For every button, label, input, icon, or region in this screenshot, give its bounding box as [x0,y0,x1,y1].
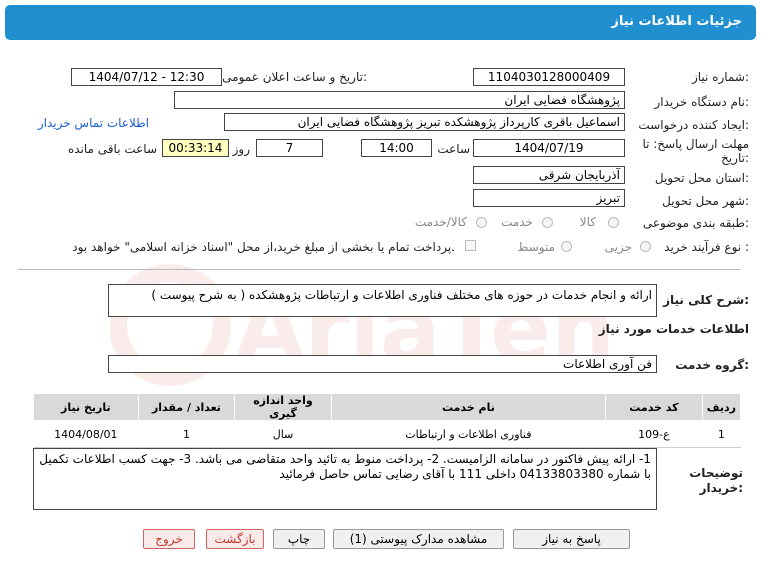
city-field: تبریز [473,189,625,207]
days-remaining-field: 7 [256,139,323,157]
category-label: طبقه بندی موضوعی: [642,216,749,230]
deadline-date-field: 1404/07/19 [473,139,625,157]
table-row: 1 ع-109 فناوری اطلاعات و ارتباطات سال 1 … [33,420,741,448]
category-radio-goods[interactable] [608,217,619,228]
back-button[interactable]: بازگشت [206,529,264,549]
category-option-service: خدمت [501,215,533,229]
col-qty: تعداد / مقدار [137,393,236,421]
cell-date: 1404/08/01 [33,420,139,448]
service-group-field: فن آوری اطلاعات [108,355,657,373]
province-field: آذربایجان شرقی [473,166,625,184]
treasury-checkbox[interactable] [465,240,476,251]
cell-qty: 1 [138,420,235,448]
notes-field: 1- ارائه پیش فاکتور در سامانه الزامیست. … [33,448,657,510]
exit-button[interactable]: خروج [143,529,195,549]
cell-row: 1 [702,420,741,448]
col-unit: واحد اندازه گیری [234,393,332,421]
section-divider [18,269,740,270]
process-radio-medium[interactable] [561,241,572,252]
buyer-org-label: نام دستگاه خریدار: [654,95,750,109]
category-radio-goods-service[interactable] [476,217,487,228]
col-row: ردیف [701,393,742,421]
process-option-minor: جزیی [604,240,632,254]
table-header-row: ردیف کد خدمت نام خدمت واحد اندازه گیری ت… [33,393,742,421]
deadline-label-2: تاریخ: [721,151,749,165]
col-code: کد خدمت [605,393,703,421]
notes-label: توضیحات [689,466,743,480]
services-table: ردیف کد خدمت نام خدمت واحد اندازه گیری ت… [33,393,742,448]
announce-label: تاریخ و ساعت اعلان عمومی: [222,70,367,84]
view-attachments-button[interactable]: مشاهده مدارک پیوستی (1) [333,529,504,549]
creator-field: اسماعیل باقری کارپرداز پژوهشکده تبریز پژ… [224,113,625,131]
services-section-title: اطلاعات خدمات مورد نیاز [598,322,749,336]
print-button[interactable]: چاپ [273,529,325,549]
announce-datetime-field: 1404/07/12 - 12:30 [71,68,222,86]
cell-name: فناوری اطلاعات و ارتباطات [331,420,606,448]
category-option-goods-service: کالا/خدمت [414,215,467,229]
page-title: جزئیات اطلاعات نیاز [611,14,742,29]
description-field: ارائه و انجام خدمات در حوزه های مختلف فن… [108,284,657,317]
process-radio-minor[interactable] [640,241,651,252]
creator-label: ایجاد کننده درخواست: [638,118,749,132]
category-option-goods: کالا [579,215,596,229]
notes-label-2: خریدار: [699,481,743,495]
deadline-time-field: 14:00 [361,139,432,157]
reply-button[interactable]: پاسخ به نیاز [513,529,630,549]
province-label: استان محل تحویل: [654,171,749,185]
service-group-label: گروه خدمت: [675,358,749,372]
page-header: جزئیات اطلاعات نیاز [5,5,756,40]
category-radio-service[interactable] [542,217,553,228]
time-remaining-field: 00:33:14 [162,139,229,157]
process-label: نوع فرآیند خرید : [664,240,749,254]
time-remaining-label: ساعت باقی مانده [67,142,157,156]
need-number-label: شماره نیاز: [691,70,749,84]
city-label: شهر محل تحویل: [662,194,749,208]
buyer-contact-link[interactable]: اطلاعات تماس خریدار [38,116,149,130]
col-name: نام خدمت [330,393,607,421]
deadline-label: مهلت ارسال پاسخ: تا [642,137,749,151]
buyer-org-field: پژوهشگاه فضایی ایران [174,91,625,109]
deadline-time-label: ساعت [437,142,470,156]
cell-unit: سال [234,420,332,448]
col-date: تاریخ نیاز [33,393,139,421]
need-number-field: 1104030128000409 [473,68,625,86]
description-label: شرح کلی نیاز: [663,293,749,307]
process-option-medium: متوسط [517,240,555,254]
treasury-payment-note: پرداخت تمام یا بخشی از مبلغ خرید،از محل … [72,240,455,254]
cell-code: ع-109 [605,420,703,448]
watermark-logo: AriaTender.net [110,264,610,386]
